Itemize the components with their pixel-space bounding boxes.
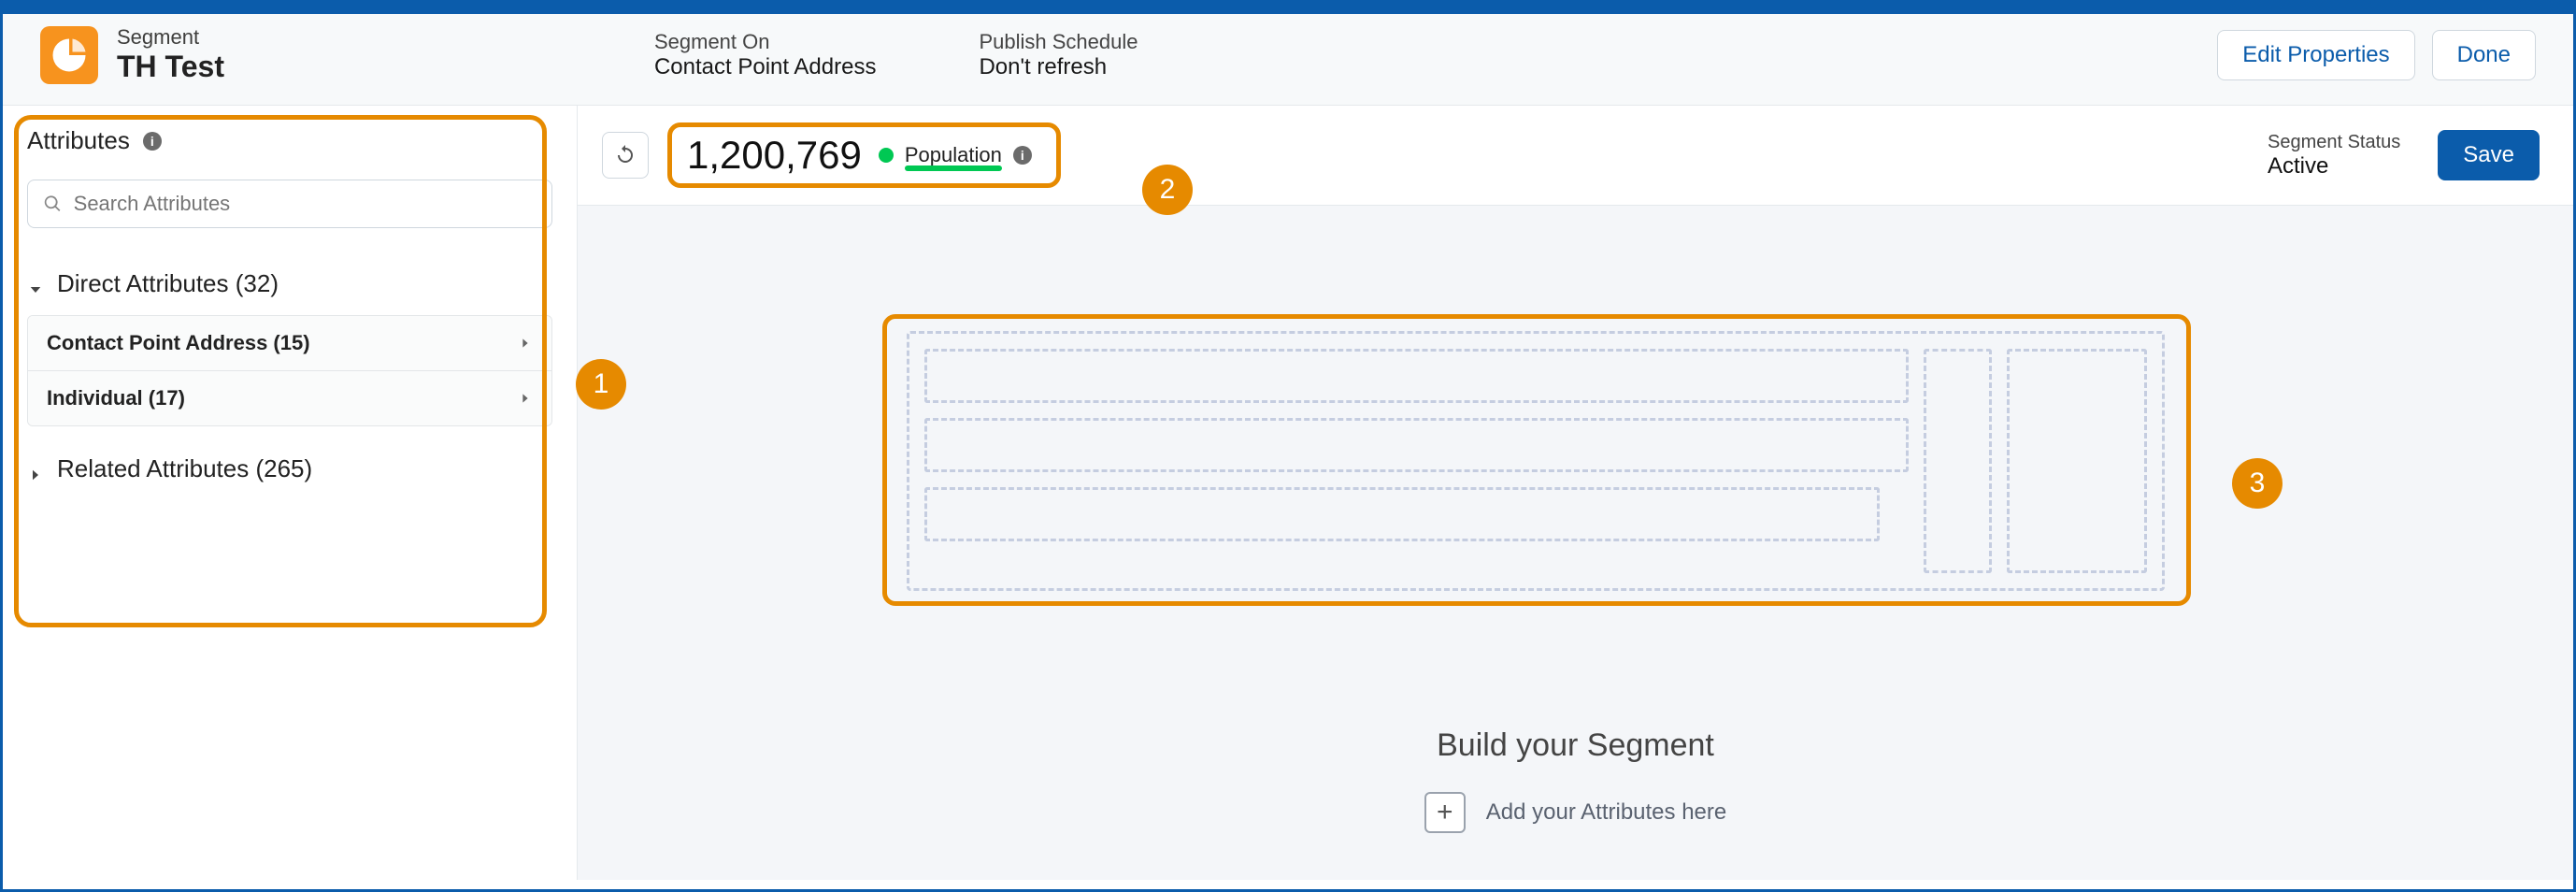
related-attributes-group: Related Attributes (265) bbox=[27, 447, 552, 491]
population-box: 1,200,769 Population i bbox=[667, 122, 1061, 188]
population-count: 1,200,769 bbox=[687, 133, 862, 178]
meta-label: Segment On bbox=[654, 30, 876, 54]
stats-bar: 1,200,769 Population i Segment Status Ac… bbox=[578, 106, 2573, 206]
attributes-title: Attributes i bbox=[27, 126, 558, 155]
add-attribute-button[interactable]: + bbox=[1424, 792, 1466, 833]
attr-contact-point-address[interactable]: Contact Point Address (15) bbox=[28, 316, 551, 371]
drop-zone[interactable] bbox=[907, 331, 2165, 591]
callout-badge-2: 2 bbox=[1142, 165, 1193, 215]
group-label: Direct Attributes (32) bbox=[57, 269, 279, 298]
attributes-panel: Attributes i Direct Attributes (32) Cont… bbox=[3, 106, 578, 880]
drop-slot[interactable] bbox=[924, 349, 1909, 403]
population-label: Population bbox=[905, 143, 1002, 167]
item-label: Individual (17) bbox=[47, 386, 185, 410]
status-label: Segment Status bbox=[2268, 132, 2400, 153]
meta-value: Contact Point Address bbox=[654, 54, 876, 80]
segment-canvas: Build your Segment + Add your Attributes… bbox=[578, 206, 2573, 880]
segment-icon bbox=[40, 26, 98, 84]
window-top-strip bbox=[3, 3, 2573, 14]
drop-slot[interactable] bbox=[2007, 349, 2147, 573]
direct-attributes-toggle[interactable]: Direct Attributes (32) bbox=[27, 262, 552, 306]
meta-value: Don't refresh bbox=[979, 54, 1138, 80]
page-title: TH Test bbox=[117, 50, 224, 84]
done-button[interactable]: Done bbox=[2432, 30, 2536, 80]
drop-zone-rows bbox=[924, 349, 1909, 573]
population-label-wrap: Population i bbox=[879, 143, 1032, 167]
save-button[interactable]: Save bbox=[2438, 130, 2540, 180]
search-input[interactable] bbox=[74, 192, 537, 216]
info-icon[interactable]: i bbox=[1013, 146, 1032, 165]
drop-slot[interactable] bbox=[1924, 349, 1992, 573]
chevron-right-icon bbox=[27, 461, 44, 478]
callout-badge-3: 3 bbox=[2232, 458, 2283, 509]
callout-badge-1: 1 bbox=[576, 359, 626, 410]
drop-slot[interactable] bbox=[924, 487, 1880, 541]
plus-icon: + bbox=[1437, 797, 1453, 828]
population-underline bbox=[905, 165, 1002, 171]
status-dot-icon bbox=[879, 148, 894, 163]
build-title: Build your Segment bbox=[1437, 727, 1714, 764]
build-hint: Add your Attributes here bbox=[1486, 799, 1726, 826]
group-label: Related Attributes (265) bbox=[57, 454, 312, 483]
direct-attributes-group: Direct Attributes (32) Contact Point Add… bbox=[27, 262, 552, 426]
chevron-right-icon bbox=[518, 391, 533, 406]
chevron-right-icon bbox=[518, 336, 533, 351]
chevron-down-icon bbox=[27, 276, 44, 293]
refresh-button[interactable] bbox=[602, 132, 649, 179]
search-icon bbox=[43, 194, 63, 214]
attr-individual[interactable]: Individual (17) bbox=[28, 371, 551, 425]
info-icon[interactable]: i bbox=[143, 132, 162, 151]
item-label: Contact Point Address (15) bbox=[47, 331, 310, 355]
search-attributes[interactable] bbox=[27, 180, 552, 228]
refresh-icon bbox=[614, 144, 637, 166]
segment-status: Segment Status Active bbox=[2268, 132, 2400, 180]
title-eyebrow: Segment bbox=[117, 25, 224, 50]
title-block: Segment TH Test bbox=[117, 25, 224, 84]
build-area: Build your Segment + Add your Attributes… bbox=[578, 727, 2573, 833]
direct-attributes-children: Contact Point Address (15) Individual (1… bbox=[27, 315, 552, 426]
edit-properties-button[interactable]: Edit Properties bbox=[2217, 30, 2414, 80]
header-meta: Segment On Contact Point Address Publish… bbox=[654, 30, 1138, 80]
header-actions: Edit Properties Done bbox=[2217, 30, 2536, 80]
meta-publish-schedule: Publish Schedule Don't refresh bbox=[979, 30, 1138, 80]
population-label-text: Population bbox=[905, 143, 1002, 166]
build-action: + Add your Attributes here bbox=[1424, 792, 1726, 833]
attributes-title-text: Attributes bbox=[27, 126, 130, 155]
meta-segment-on: Segment On Contact Point Address bbox=[654, 30, 876, 80]
status-value: Active bbox=[2268, 153, 2400, 180]
page-header: Segment TH Test Segment On Contact Point… bbox=[3, 14, 2573, 106]
drop-slot[interactable] bbox=[924, 418, 1909, 472]
status-block: Segment Status Active Save bbox=[2268, 130, 2540, 180]
related-attributes-toggle[interactable]: Related Attributes (265) bbox=[27, 447, 552, 491]
meta-label: Publish Schedule bbox=[979, 30, 1138, 54]
body: Attributes i Direct Attributes (32) Cont… bbox=[3, 106, 2573, 880]
